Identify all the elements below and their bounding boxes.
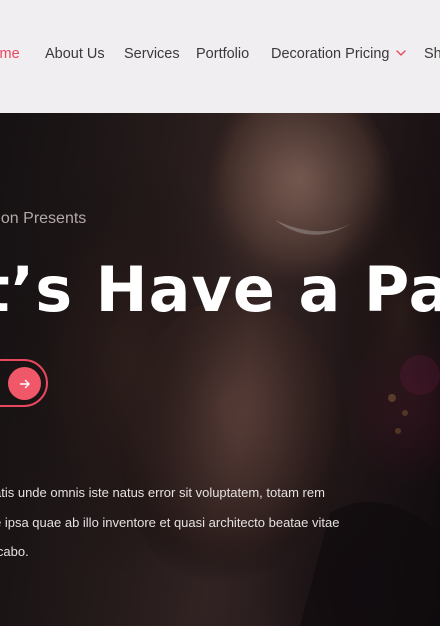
nav-item-services[interactable]: Services — [124, 45, 180, 63]
hero-title: t’s Have a Par — [0, 253, 440, 326]
chevron-down-icon — [396, 49, 407, 56]
hero-eyebrow-text: ation Presents — [0, 210, 87, 227]
hero-cta-button[interactable] — [0, 359, 48, 407]
site-header: Home About Us Services Portfolio Decorat… — [0, 0, 440, 113]
nav-item-decoration-pricing[interactable]: Decoration Pricing — [271, 45, 407, 63]
hero-description-line: e ipsa quae ab illo inventore et quasi a… — [0, 514, 340, 530]
page: Home About Us Services Portfolio Decorat… — [0, 0, 440, 626]
nav-item-home[interactable]: Home — [0, 45, 20, 63]
arrow-right-icon — [19, 379, 30, 388]
hero-section: ation Presents t’s Have a Par atis unde … — [0, 113, 440, 626]
hero-description-line: icabo. — [0, 544, 29, 559]
nav-item-decoration-pricing-label: Decoration Pricing — [271, 46, 390, 62]
nav-item-partial[interactable]: Sh — [424, 45, 440, 63]
hero-cta-arrow-circle — [8, 367, 41, 400]
nav-item-portfolio[interactable]: Portfolio — [196, 45, 249, 63]
hero-description-line: atis unde omnis iste natus error sit vol… — [0, 485, 325, 500]
nav-item-about-us[interactable]: About Us — [45, 45, 105, 63]
hero-description: atis unde omnis iste natus error sit vol… — [0, 478, 440, 567]
